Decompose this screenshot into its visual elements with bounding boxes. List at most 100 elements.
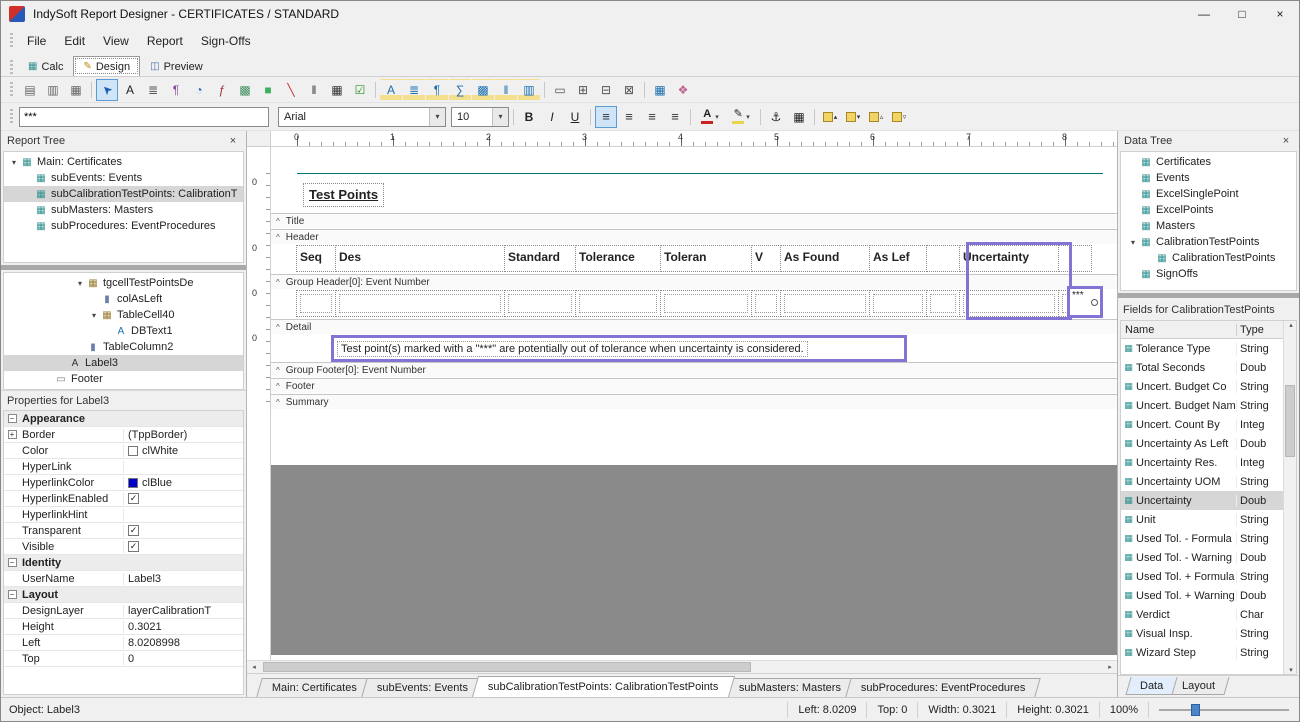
table-detail-cell[interactable] [926, 290, 960, 317]
property-value[interactable]: 0.3021 [124, 621, 243, 633]
table-header-cell[interactable] [926, 245, 960, 272]
vertical-scrollbar[interactable]: ▴ ▾ [1283, 321, 1296, 674]
shape-tool-icon[interactable]: ■ [257, 79, 279, 101]
expander-icon[interactable]: ▾ [88, 311, 100, 320]
theme-icon[interactable]: ❖ [672, 79, 694, 101]
collapse-caret-icon[interactable]: ^ [276, 366, 280, 375]
field-row[interactable]: ▦ Unit String [1121, 510, 1283, 529]
report-object-item[interactable]: A DBText1 [4, 323, 243, 339]
menu-item[interactable]: Report [138, 30, 192, 52]
dbmemo-tool-icon[interactable]: ≣ [403, 79, 425, 101]
property-row[interactable]: Color clWhite [4, 443, 243, 459]
table-detail-cell[interactable] [335, 290, 505, 317]
scrollbar-thumb[interactable] [1285, 385, 1295, 457]
dbbarcode-tool-icon[interactable]: ‖ [495, 79, 517, 101]
font-family-select[interactable]: Arial ▾ [278, 107, 446, 127]
field-row[interactable]: ▦ Uncertainty UOM String [1121, 472, 1283, 491]
scroll-up-icon[interactable]: ▴ [1284, 321, 1298, 329]
property-value[interactable]: clBlue [124, 477, 243, 489]
report-tab[interactable]: subCalibrationTestPoints: CalibrationTes… [472, 676, 735, 697]
splitter[interactable] [1118, 293, 1299, 298]
band-caption[interactable]: ^ Group Footer[0]: Event Number [271, 362, 1117, 377]
expand-box-icon[interactable]: + [8, 430, 17, 439]
table-header-cell[interactable]: Seq [296, 245, 336, 272]
table-detail-cell[interactable] [296, 290, 336, 317]
report-object-item[interactable]: ▾ ▦ TableCell40 [4, 307, 243, 323]
data-tree-item[interactable]: ▾ ▦ CalibrationTestPoints [1121, 234, 1296, 250]
menu-item[interactable]: File [18, 30, 55, 52]
collapse-caret-icon[interactable]: ^ [276, 382, 280, 391]
send-to-back-button[interactable]: ▾ [842, 106, 864, 128]
toolbar-grip[interactable] [10, 82, 13, 98]
close-button[interactable]: × [1261, 1, 1299, 27]
property-row[interactable]: − Layout [4, 587, 243, 603]
toolbar-separator[interactable] [641, 79, 648, 101]
panel-tab[interactable]: Data [1125, 677, 1177, 695]
report-tree-item[interactable]: ▾ ▦ Main: Certificates [4, 154, 243, 170]
tab-design[interactable]: ✎ Design [73, 56, 140, 76]
scrollbar-thumb[interactable] [263, 662, 751, 672]
property-row[interactable]: HyperlinkEnabled ✓ [4, 491, 243, 507]
field-row[interactable]: ▦ Uncertainty Doub [1121, 491, 1283, 510]
table-detail-cell[interactable] [751, 290, 781, 317]
fields-column-header-name[interactable]: Name [1121, 324, 1237, 336]
image-tool-icon[interactable]: ▩ [234, 79, 256, 101]
expander-icon[interactable]: ▾ [74, 279, 86, 288]
fields-column-header-type[interactable]: Type [1237, 324, 1283, 336]
design-canvas[interactable]: Test Points ^ Title ^ Header ^ [271, 147, 1117, 660]
property-row[interactable]: − Appearance [4, 411, 243, 427]
band-caption[interactable]: ^ Title [271, 213, 1117, 228]
checkbox[interactable]: ✓ [128, 525, 139, 536]
barcode-2d-tool-icon[interactable]: ▦ [326, 79, 348, 101]
scrollbar-track[interactable] [261, 661, 1103, 673]
table-detail-cell[interactable] [575, 290, 661, 317]
dbimage-tool-icon[interactable]: ▩ [472, 79, 494, 101]
chevron-down-icon[interactable]: ▾ [715, 113, 719, 121]
field-row[interactable]: ▦ Tolerance Type String [1121, 339, 1283, 358]
property-value[interactable]: layerCalibrationT [124, 605, 243, 617]
report-tab[interactable]: subMasters: Masters [723, 678, 857, 697]
field-row[interactable]: ▦ Uncertainty As Left Doub [1121, 434, 1283, 453]
table-detail-cell[interactable] [504, 290, 576, 317]
data-tree-item[interactable]: ▦ Masters [1121, 218, 1296, 234]
property-value[interactable]: ✓ [124, 493, 243, 504]
scroll-down-icon[interactable]: ▾ [1284, 666, 1298, 674]
selected-label[interactable]: *** [1067, 286, 1103, 318]
font-size-select[interactable]: 10 ▾ [451, 107, 509, 127]
text-tool-icon[interactable]: A [119, 79, 141, 101]
select-tool-icon[interactable]: ➤ [96, 79, 118, 101]
table-header-cell[interactable]: Tolerance [575, 245, 661, 272]
scroll-right-icon[interactable]: ▸ [1103, 661, 1117, 673]
data-tree-item[interactable]: ▦ Events [1121, 170, 1296, 186]
checkbox-tool-icon[interactable]: ☑ [349, 79, 371, 101]
menu-item[interactable]: View [94, 30, 138, 52]
table-header-cell[interactable]: Standard [504, 245, 576, 272]
toolbar-separator[interactable] [541, 79, 548, 101]
borders-button[interactable]: ▦ [788, 106, 810, 128]
table-header-cell[interactable]: As Found [780, 245, 870, 272]
expander-icon[interactable]: ▾ [8, 158, 20, 167]
data-tree-item[interactable]: ▦ CalibrationTestPoints [1121, 250, 1296, 266]
close-icon[interactable]: × [226, 135, 240, 147]
table-header-cell[interactable]: Des [335, 245, 505, 272]
property-row[interactable]: Top 0 [4, 651, 243, 667]
barcode-tool-icon[interactable]: ‖ [303, 79, 325, 101]
report-tree-item[interactable]: ▦ subMasters: Masters [4, 202, 243, 218]
report-object-item[interactable]: ▮ colAsLeft [4, 291, 243, 307]
report-object-item[interactable]: A Label3 [4, 355, 243, 371]
toolbar-grip[interactable] [10, 33, 13, 49]
property-row[interactable]: Visible ✓ [4, 539, 243, 555]
data-tree-item[interactable]: ▦ Certificates [1121, 154, 1296, 170]
highlight-color-button[interactable]: ✎ ▾ [726, 106, 756, 128]
page-break-tool-icon[interactable]: ⊟ [595, 79, 617, 101]
chevron-down-icon[interactable]: ▾ [492, 108, 508, 126]
toolbar-grip[interactable] [10, 109, 13, 125]
band-caption[interactable]: ^ Footer [271, 378, 1117, 393]
report-tree-item[interactable]: ▦ subProcedures: EventProcedures [4, 218, 243, 234]
checkbox[interactable]: ✓ [128, 541, 139, 552]
field-row[interactable]: ▦ Visual Insp. String [1121, 624, 1283, 643]
table-detail-cell[interactable] [660, 290, 752, 317]
field-row[interactable]: ▦ Used Tol. - Warning Doub [1121, 548, 1283, 567]
report-tree-item[interactable]: ▦ subCalibrationTestPoints: CalibrationT [4, 186, 243, 202]
collapse-caret-icon[interactable]: ^ [276, 278, 280, 287]
